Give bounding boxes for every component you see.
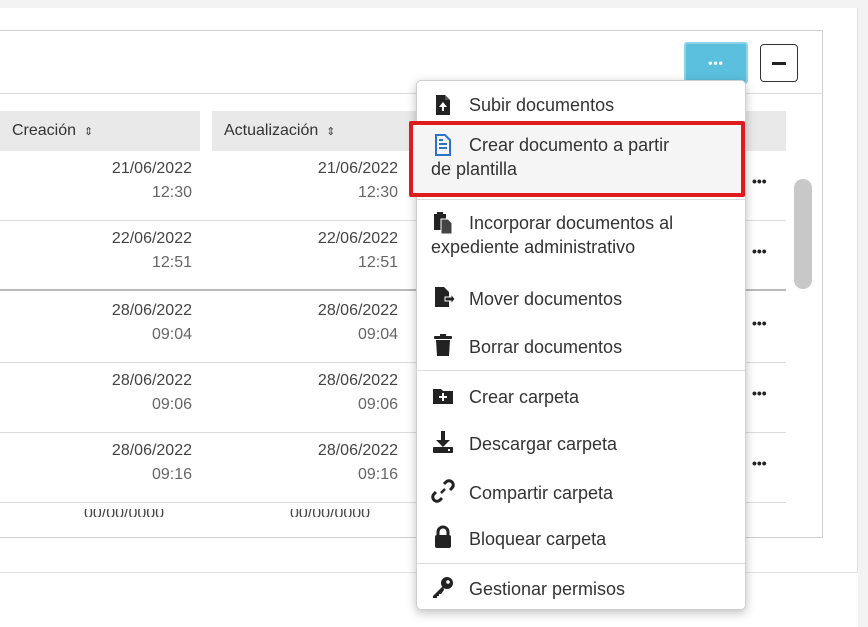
updated-date: 28/06/2022 (317, 302, 398, 319)
menu-item-label: Descargar carpeta (469, 434, 618, 454)
created-date: 28/06/2022 (111, 302, 192, 319)
updated-date: 28/06/2022 (317, 372, 398, 389)
menu-item-compartir-carpeta[interactable]: Compartir carpeta (417, 479, 745, 507)
created-time: 12:51 (151, 254, 192, 271)
scrollbar[interactable] (794, 179, 812, 289)
link-icon (431, 479, 455, 503)
menu-item-label: Gestionar permisos (469, 579, 626, 599)
download-icon (433, 431, 453, 453)
menu-item-incorporar-documentos[interactable]: Incorporar documentos al expediente admi… (417, 209, 745, 265)
updated-date: 28/06/2022 (317, 442, 398, 459)
menu-item-gestionar-permisos[interactable]: Gestionar permisos (417, 575, 745, 603)
menu-item-crear-carpeta[interactable]: Crear carpeta (417, 383, 745, 411)
minimize-button[interactable] (760, 44, 798, 82)
more-actions-button[interactable]: ••• (684, 42, 748, 84)
created-cell: 22/06/2022 12:51 (60, 227, 192, 275)
menu-item-label: Bloquear carpeta (469, 529, 607, 549)
updated-time: 09:16 (357, 466, 398, 483)
created-date: 28/06/2022 (111, 372, 192, 389)
ellipsis-icon: ••• (708, 56, 724, 70)
menu-item-label: Crear carpeta (469, 387, 580, 407)
created-time: 12:30 (151, 184, 192, 201)
actions-dropdown-menu: Subir documentos Crear documento a parti… (409, 80, 746, 610)
updated-time: 12:51 (357, 254, 398, 271)
updated-cell: 22/06/2022 12:51 (266, 227, 398, 275)
created-time: 09:06 (151, 396, 192, 413)
menu-divider (417, 563, 745, 564)
top-band (0, 0, 868, 8)
updated-cell: 28/06/2022 09:06 (266, 369, 398, 417)
menu-item-label: Mover documentos (469, 289, 623, 309)
file-template-icon (435, 134, 451, 156)
column-label: Creación (12, 122, 77, 139)
menu-item-bloquear-carpeta[interactable]: Bloquear carpeta (417, 525, 745, 553)
created-date: 22/06/2022 (111, 230, 192, 247)
column-creacion[interactable]: Creación ⇕ (0, 111, 200, 151)
trash-icon (434, 334, 452, 356)
updated-cell: 21/06/2022 12:30 (266, 157, 398, 205)
partial-row-date: 00/00/0000 (84, 509, 194, 517)
file-upload-icon (436, 95, 450, 115)
menu-item-label: Compartir carpeta (469, 483, 614, 503)
created-cell: 28/06/2022 09:16 (60, 439, 192, 487)
created-date: 28/06/2022 (111, 442, 192, 459)
updated-date: 21/06/2022 (317, 160, 398, 177)
right-band (858, 0, 868, 627)
created-cell: 21/06/2022 12:30 (60, 157, 192, 205)
row-actions-icon[interactable]: ••• (752, 173, 767, 189)
menu-item-crear-documento-plantilla[interactable]: Crear documento a partir de plantilla (417, 131, 745, 191)
created-time: 09:04 (151, 326, 192, 343)
updated-date: 22/06/2022 (317, 230, 398, 247)
updated-time: 12:30 (357, 184, 398, 201)
column-actualizacion[interactable]: Actualización ⇕ (212, 111, 408, 151)
updated-time: 09:06 (357, 396, 398, 413)
created-cell: 28/06/2022 09:04 (60, 299, 192, 347)
menu-divider (417, 370, 745, 371)
menu-item-borrar-documentos[interactable]: Borrar documentos (417, 333, 745, 361)
updated-cell: 28/06/2022 09:04 (266, 299, 398, 347)
scrollbar-thumb[interactable] (794, 179, 812, 289)
menu-item-label: Incorporar documentos al (469, 213, 674, 233)
row-actions-icon[interactable]: ••• (752, 455, 767, 471)
created-cell: 28/06/2022 09:06 (60, 369, 192, 417)
menu-item-label-continued: expediente administrativo (431, 237, 636, 257)
column-label: Actualización (224, 122, 319, 139)
folder-plus-icon (433, 389, 453, 404)
partial-row-date: 00/00/0000 (290, 509, 400, 517)
updated-time: 09:04 (357, 326, 398, 343)
menu-item-mover-documentos[interactable]: Mover documentos (417, 285, 745, 313)
menu-item-descargar-carpeta[interactable]: Descargar carpeta (417, 430, 745, 458)
created-time: 09:16 (151, 466, 192, 483)
updated-cell: 28/06/2022 09:16 (266, 439, 398, 487)
sort-icon: ⇕ (326, 125, 336, 138)
row-actions-icon[interactable]: ••• (752, 315, 767, 331)
paste-document-icon (434, 212, 453, 235)
row-actions-icon[interactable]: ••• (752, 385, 767, 401)
key-icon (433, 577, 453, 598)
created-date: 21/06/2022 (111, 160, 192, 177)
move-file-icon (435, 287, 455, 307)
menu-item-label-continued: de plantilla (431, 159, 518, 179)
row-actions-icon[interactable]: ••• (752, 243, 767, 259)
menu-item-subir-documentos[interactable]: Subir documentos (417, 91, 745, 119)
minus-icon (772, 61, 786, 65)
menu-item-label: Crear documento a partir (469, 135, 670, 155)
lock-icon (435, 525, 451, 548)
menu-item-label: Borrar documentos (469, 337, 623, 357)
menu-divider (417, 199, 745, 200)
menu-item-label: Subir documentos (469, 95, 615, 115)
sort-icon: ⇕ (84, 125, 94, 138)
